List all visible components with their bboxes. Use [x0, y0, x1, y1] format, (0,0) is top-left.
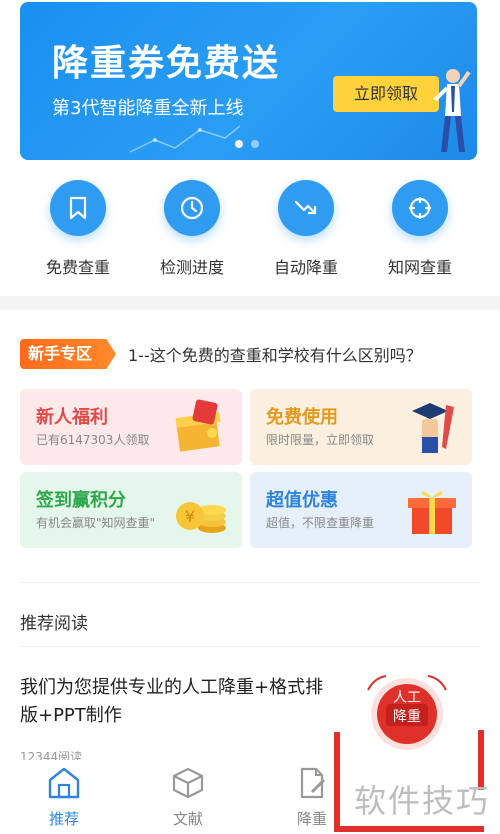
claim-now-button[interactable]: 立即领取: [333, 76, 439, 112]
coin-stack-icon: ¥: [176, 502, 226, 533]
carousel-dots[interactable]: [235, 140, 259, 148]
divider-line: [20, 582, 480, 583]
quick-auto-reduce[interactable]: 自动降重: [256, 180, 356, 278]
nav-label: 推荐: [48, 810, 79, 828]
card-title: 超值优惠: [266, 490, 338, 511]
quick-label: 知网查重: [387, 258, 452, 277]
banner-title: 降重券免费送: [52, 43, 281, 84]
quick-free-check[interactable]: 免费查重: [28, 180, 128, 278]
card-free-use[interactable]: 免费使用 限时限量，立即领取: [250, 389, 472, 465]
quick-label: 自动降重: [273, 258, 338, 277]
gift-icon: [408, 491, 456, 534]
quick-progress[interactable]: 检测进度: [142, 180, 242, 278]
doc-edit-icon: [300, 767, 326, 799]
quick-label: 检测进度: [159, 258, 224, 277]
home-icon: [48, 767, 80, 799]
bookmark-icon: [69, 196, 87, 220]
card-title: 新人福利: [36, 407, 108, 428]
card-value-discount[interactable]: 超值优惠 超值，不限查重降重: [250, 472, 472, 548]
quick-label: 免费查重: [45, 258, 110, 277]
section-divider: [0, 296, 500, 310]
card-desc: 超值，不限查重降重: [266, 516, 375, 530]
section-title: 推荐阅读: [20, 614, 88, 634]
svg-text:¥: ¥: [185, 507, 195, 526]
card-desc: 已有6147303人领取: [36, 433, 150, 447]
person-illustration-icon: [433, 69, 471, 152]
quick-entries: 免费查重 检测进度 自动降重 知网查重: [20, 180, 480, 280]
nav-label: 文献: [172, 810, 203, 828]
article-title-link[interactable]: 我们为您提供专业的人工降重+格式排版+PPT制作: [20, 674, 330, 730]
banner-subtitle: 第3代智能降重全新上线: [52, 98, 244, 119]
quick-cnki-check[interactable]: 知网查重: [370, 180, 470, 278]
newbie-question-link[interactable]: 1--这个免费的查重和学校有什么区别吗？: [128, 342, 422, 366]
trend-down-icon: [294, 200, 317, 215]
card-title: 免费使用: [266, 407, 338, 428]
card-checkin-points[interactable]: 签到赢积分 有机会赢取"知网查重" ¥: [20, 472, 242, 548]
card-desc: 有机会赢取"知网查重": [36, 516, 156, 530]
box-icon: [172, 767, 204, 799]
decorative-lines: [130, 125, 240, 153]
badge-line-1: 人工: [393, 690, 421, 706]
target-icon: [409, 197, 431, 219]
carousel-dot[interactable]: [251, 140, 259, 148]
carousel-dot-active[interactable]: [235, 140, 243, 148]
gift-box-icon: [175, 399, 221, 452]
card-new-user-benefit[interactable]: 新人福利 已有6147303人领取: [20, 389, 242, 465]
badge-line-2: 降重: [393, 709, 421, 725]
divider-line: [20, 646, 480, 647]
clock-icon: [180, 196, 204, 220]
newbie-zone-tag: 新手专区: [20, 339, 116, 369]
promo-banner[interactable]: 降重券免费送 第3代智能降重全新上线 立即领取: [20, 2, 477, 160]
nav-tab-recommend[interactable]: 推荐: [24, 766, 104, 829]
graduation-pencil-icon: [412, 403, 454, 453]
nav-tab-literature[interactable]: 文献: [148, 766, 228, 829]
watermark-text: 软件技巧: [354, 782, 491, 820]
card-desc: 限时限量，立即领取: [266, 433, 375, 447]
card-title: 签到赢积分: [36, 490, 126, 511]
